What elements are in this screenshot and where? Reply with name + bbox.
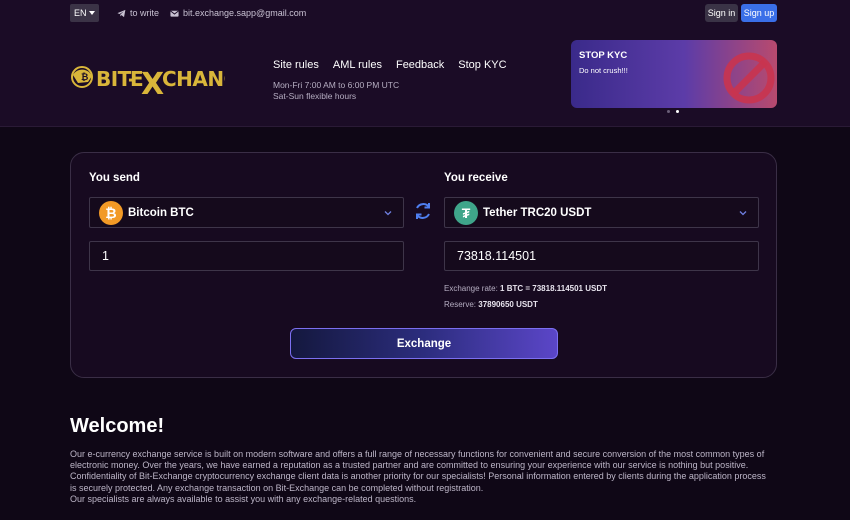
mail-icon [170, 10, 179, 17]
you-receive-label: You receive [444, 172, 508, 184]
nav-aml-rules[interactable]: AML rules [333, 59, 382, 71]
send-amount-input[interactable]: 1 [89, 241, 404, 271]
exchange-rate-value: 1 BTC = 73818.114501 USDT [500, 284, 607, 293]
nav-feedback[interactable]: Feedback [396, 59, 444, 71]
bitcoin-icon: ₿ [99, 200, 123, 225]
sign-up-button[interactable]: Sign up [741, 4, 777, 22]
banner-text: Do not crush!!! [579, 66, 628, 75]
logo-mark-icon: ₿ BIT- X CHANGE E [71, 66, 253, 102]
svg-text:E: E [130, 67, 144, 91]
welcome-paragraph: Confidentiality of Bit-Exchange cryptocu… [70, 471, 766, 493]
nav-site-rules[interactable]: Site rules [273, 59, 319, 71]
hours-weekdays: Mon-Fri 7:00 AM to 6:00 PM UTC [273, 80, 400, 90]
working-hours: Mon-Fri 7:00 AM to 6:00 PM UTC Sat-Sun f… [273, 80, 399, 102]
exchange-card: You send You receive ₿ Bitcoin BTC ₮ Tet… [70, 152, 777, 378]
send-currency-value: Bitcoin BTC [128, 206, 194, 219]
promo-banner[interactable]: STOP KYC Do not crush!!! [571, 40, 777, 108]
exchange-button[interactable]: Exchange [290, 328, 558, 359]
reserve-value: 37890650 USDT [478, 300, 538, 309]
telegram-icon [117, 9, 126, 17]
exchange-rate-label: Exchange rate: [444, 284, 498, 293]
email-link[interactable]: bit.exchange.sapp@gmail.com [170, 8, 306, 18]
tether-icon: ₮ [454, 200, 478, 225]
hours-weekend: Sat-Sun flexible hours [273, 91, 357, 101]
write-link[interactable]: to write [117, 8, 159, 18]
nav-stop-kyc[interactable]: Stop KYC [458, 59, 506, 71]
site-header: ₿ BIT- X CHANGE E Site rules AML rules F… [0, 26, 850, 127]
language-value: EN [74, 8, 87, 18]
reserve: Reserve: 37890650 USDT [444, 300, 538, 309]
top-bar: EN to write bit.exchange.sapp@gmail.com … [0, 0, 850, 26]
svg-text:X: X [141, 67, 164, 101]
banner-title: STOP KYC [579, 50, 628, 61]
receive-amount-input[interactable]: 73818.114501 [444, 241, 759, 271]
welcome-paragraph: Our e-currency exchange service is built… [70, 449, 765, 471]
welcome-title: Welcome! [70, 415, 165, 437]
welcome-paragraph: Our specialists are always available to … [70, 493, 417, 504]
banner-slider-dots [667, 110, 679, 113]
swap-icon[interactable] [412, 200, 434, 222]
you-send-label: You send [89, 172, 140, 184]
reserve-label: Reserve: [444, 300, 477, 309]
send-currency-select[interactable]: ₿ Bitcoin BTC [89, 197, 404, 228]
caret-down-icon [89, 11, 95, 15]
svg-text:CHANGE: CHANGE [162, 67, 225, 91]
slider-dot[interactable] [667, 110, 670, 113]
sign-in-button[interactable]: Sign in [705, 4, 738, 22]
receive-currency-select[interactable]: ₮ Tether TRC20 USDT [444, 197, 759, 228]
exchange-rate: Exchange rate: 1 BTC = 73818.114501 USDT [444, 284, 607, 293]
write-link-label: to write [130, 8, 160, 18]
language-select[interactable]: EN [70, 4, 99, 22]
chevron-down-icon [739, 211, 747, 216]
welcome-text: Our e-currency exchange service is built… [70, 449, 770, 505]
prohibited-sign-icon [723, 52, 775, 104]
receive-currency-value: Tether TRC20 USDT [483, 206, 592, 219]
chevron-down-icon [384, 211, 392, 216]
svg-text:₿: ₿ [81, 72, 88, 83]
slider-dot-active[interactable] [676, 110, 679, 113]
site-logo[interactable]: ₿ BIT- X CHANGE E [70, 53, 253, 102]
email-label: bit.exchange.sapp@gmail.com [183, 8, 307, 18]
main-nav: Site rules AML rules Feedback Stop KYC [273, 59, 507, 71]
